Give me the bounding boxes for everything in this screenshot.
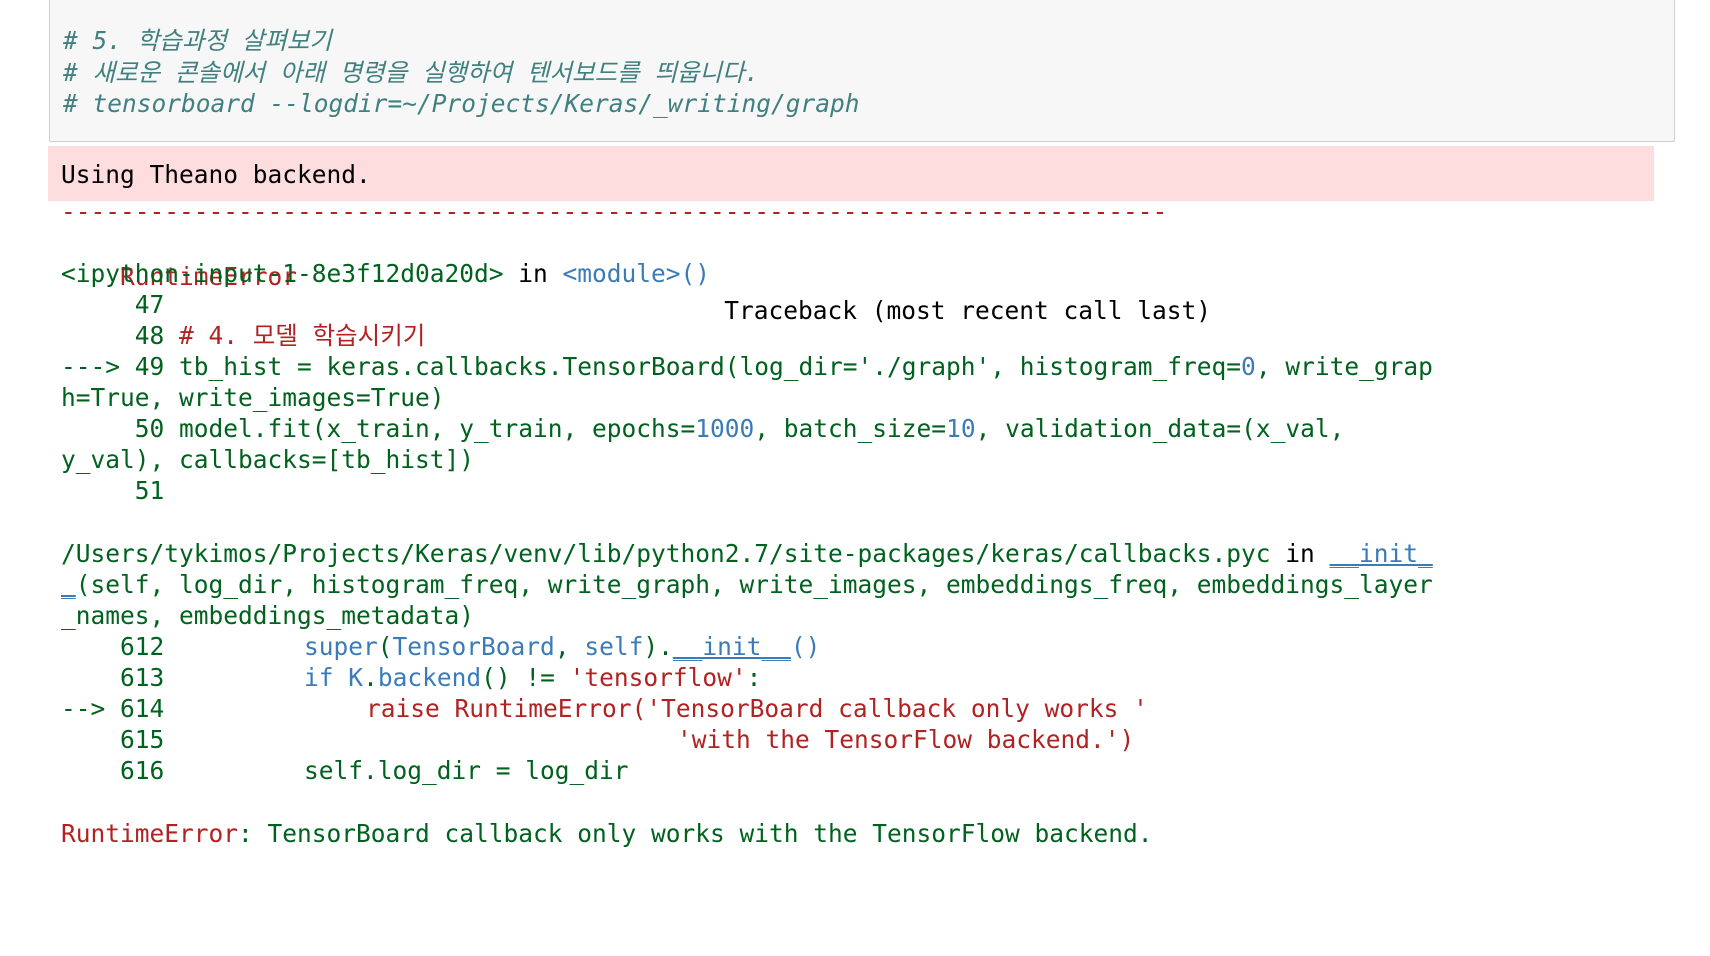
code-punct: ). — [643, 632, 673, 661]
code-comment-line: # 새로운 콘솔에서 아래 명령을 실행하여 텐서보드를 띄웁니다. — [63, 58, 760, 87]
code-comment-line: # 5. 학습과정 살펴보기 — [63, 26, 332, 55]
code-comment-line: # tensorboard --logdir=~/Projects/Keras/… — [63, 89, 860, 118]
frame-source: /Users/tykimos/Projects/Keras/venv/lib/p… — [61, 539, 1271, 568]
final-error-message: RuntimeError: TensorBoard callback only … — [61, 817, 1153, 851]
code-punct: ( — [631, 694, 647, 723]
line-number: 612 — [61, 632, 180, 661]
code-line-47: 47 — [61, 290, 165, 319]
code-line-614-current: --> 614 raise RuntimeError('TensorBoard … — [61, 692, 1148, 726]
code-name: K — [348, 663, 364, 692]
code-text: tb_hist = keras.callbacks.TensorBoard(lo… — [179, 352, 1242, 381]
in-word: in — [503, 259, 563, 288]
code-keyword: raise — [366, 694, 440, 723]
line-number: 48 — [61, 321, 180, 350]
code-keyword: if — [304, 663, 334, 692]
code-punct: : — [746, 663, 762, 692]
code-text: self.log_dir = log_dir — [304, 756, 629, 785]
line-number: 50 — [61, 414, 180, 443]
code-text: model.fit(x_train, y_train, epochs= — [179, 414, 696, 443]
error-message: : TensorBoard callback only works with t… — [238, 819, 1153, 848]
current-line-arrow: --> 614 — [61, 694, 180, 723]
frame-location: /Users/tykimos/Projects/Keras/venv/lib/p… — [61, 537, 1433, 571]
code-number: 10 — [946, 414, 976, 443]
code-text: , validation_data=(x_val, — [975, 414, 1345, 443]
frame-signature-wrap: _names, embeddings_metadata) — [61, 601, 475, 630]
code-line-48: 48 # 4. 모델 학습시키기 — [61, 319, 426, 353]
code-method: backend — [377, 663, 482, 692]
frame-location: <ipython-input-1-8e3f12d0a20d> in <modul… — [61, 257, 710, 291]
frame-function: <module> — [562, 259, 681, 288]
code-punct: () — [790, 632, 821, 661]
in-word: in — [1270, 539, 1330, 568]
code-string: 'tensorflow' — [569, 663, 747, 692]
code-number: 1000 — [695, 414, 755, 443]
frame-function: __init_ — [1329, 539, 1433, 568]
code-class: TensorBoard — [392, 632, 555, 661]
code-line-616: 616 self.log_dir = log_dir — [61, 754, 629, 788]
stderr-text: Using Theano backend. — [61, 160, 371, 189]
code-line-612: 612 super(TensorBoard, self).__init__() — [61, 630, 820, 664]
frame-function: _ — [61, 570, 76, 599]
code-method: __init__ — [672, 632, 791, 661]
code-text: , write_grap — [1255, 352, 1433, 381]
line-number: 615 — [61, 725, 180, 754]
code-punct: ) — [1119, 725, 1135, 754]
code-string: 'TensorBoard callback only works ' — [646, 694, 1148, 723]
code-line-615: 615 'with the TensorFlow backend.') — [61, 723, 1134, 757]
code-line-49-current: ---> 49 tb_hist = keras.callbacks.Tensor… — [61, 350, 1433, 384]
code-line-49-wrap: h=True, write_images=True) — [61, 383, 445, 412]
code-line-613: 613 if K.backend() != 'tensorflow': — [61, 661, 761, 695]
code-line-50: 50 model.fit(x_train, y_train, epochs=10… — [61, 412, 1345, 446]
traceback-header-right: Traceback (most recent call last) — [724, 296, 1211, 325]
code-line-51: 51 — [61, 476, 165, 505]
line-number: 613 — [61, 663, 180, 692]
code-punct: ( — [377, 632, 393, 661]
code-comment: # 4. 모델 학습시키기 — [179, 321, 426, 350]
frame-signature: _(self, log_dir, histogram_freq, write_g… — [61, 568, 1433, 602]
code-punct: . — [363, 663, 378, 692]
code-line-50-wrap: y_val), callbacks=[tb_hist]) — [61, 445, 475, 474]
traceback-separator: ----------------------------------------… — [61, 197, 1168, 226]
code-number: 0 — [1241, 352, 1256, 381]
line-number: 616 — [61, 756, 180, 785]
current-line-arrow: ---> 49 — [61, 352, 180, 381]
code-text: , batch_size= — [754, 414, 947, 443]
code-exception: RuntimeError — [454, 694, 632, 723]
code-punct: () != — [481, 663, 570, 692]
code-punct: , — [554, 632, 585, 661]
code-builtin: super — [304, 632, 378, 661]
signature-text: (self, log_dir, histogram_freq, write_gr… — [75, 570, 1433, 599]
code-string: 'with the TensorFlow backend.' — [677, 725, 1120, 754]
frame-parens: () — [680, 259, 711, 288]
error-name: RuntimeError — [61, 819, 239, 848]
frame-source: <ipython-input-1-8e3f12d0a20d> — [61, 259, 504, 288]
code-self: self — [584, 632, 644, 661]
